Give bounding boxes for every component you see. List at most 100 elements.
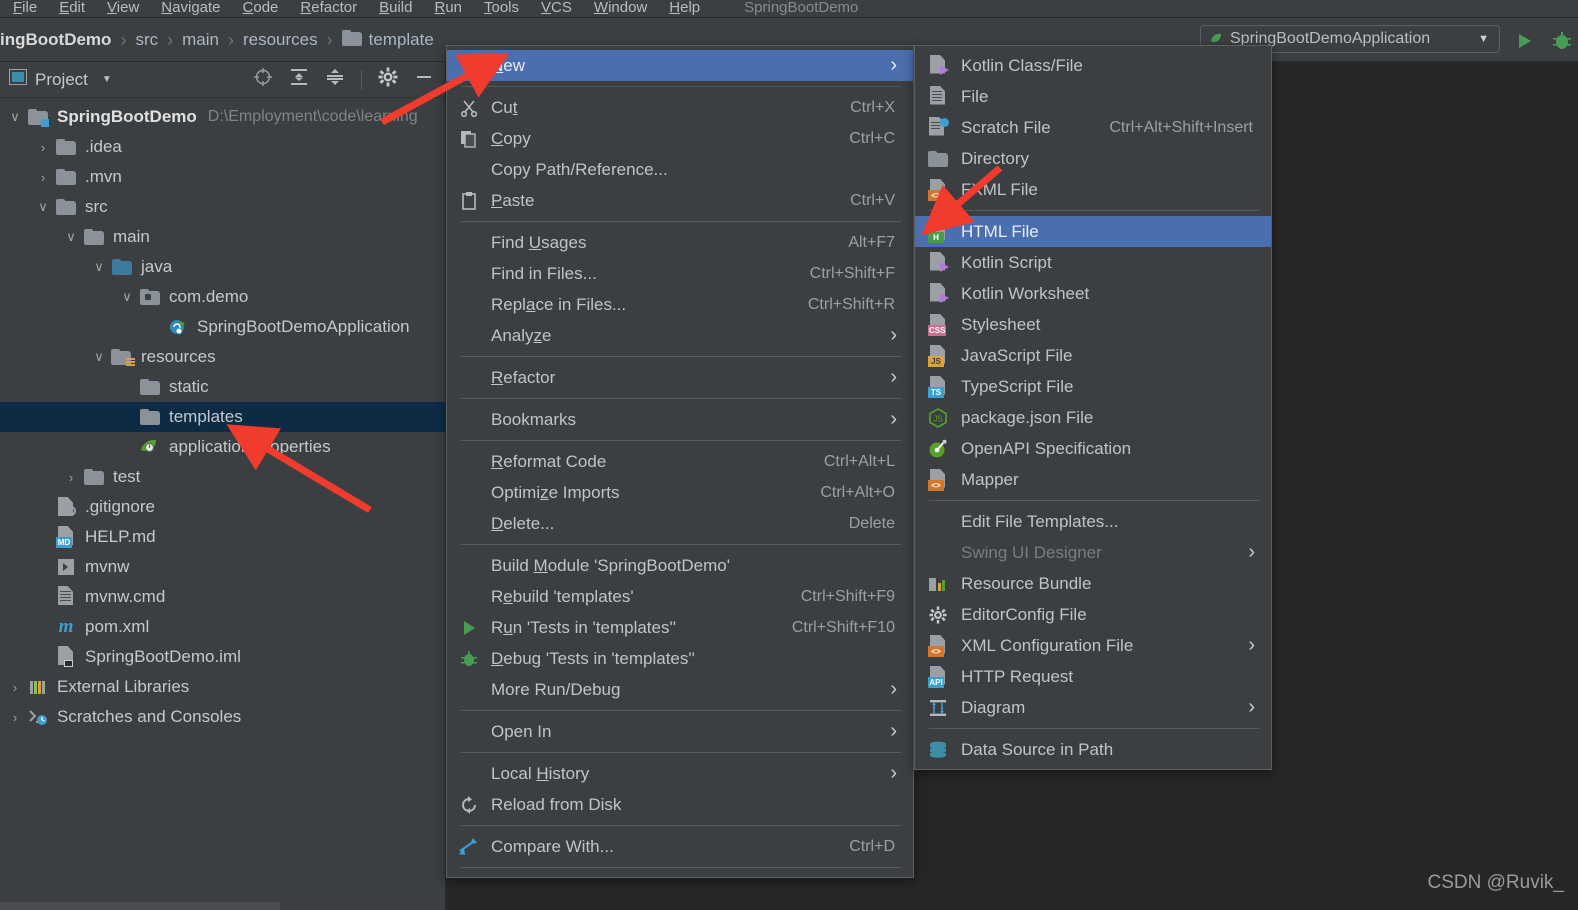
ctx-analyze[interactable]: Analyze › — [447, 320, 913, 351]
ctx-copy-path-reference[interactable]: Copy Path/Reference... — [447, 154, 913, 185]
tree-node-springbootdemoapplication[interactable]: SpringBootDemoApplication — [0, 312, 446, 342]
ctx-run-tests-in-templates[interactable]: Run 'Tests in 'templates'' Ctrl+Shift+F10 — [447, 612, 913, 643]
breadcrumb[interactable]: ingBootDemo › src › main › resources › template — [0, 26, 434, 54]
breadcrumb-item-1[interactable]: src — [135, 30, 158, 50]
chevron-right-icon[interactable]: › — [32, 140, 54, 155]
tree-node-com.demo[interactable]: ∨ com.demo — [0, 282, 446, 312]
hide-icon[interactable] — [414, 67, 434, 92]
new-diagram[interactable]: Diagram › — [915, 692, 1271, 723]
chevron-right-icon[interactable]: › — [890, 762, 905, 785]
ctx-new[interactable]: New › — [447, 50, 913, 81]
ctx-copy[interactable]: Copy Ctrl+C — [447, 123, 913, 154]
tree-node-external-libraries[interactable]: › External Libraries — [0, 672, 446, 702]
chevron-right-icon[interactable]: › — [1248, 541, 1263, 564]
chevron-right-icon[interactable]: › — [890, 678, 905, 701]
ctx-cut[interactable]: Cut Ctrl+X — [447, 92, 913, 123]
new-mapper[interactable]: <> Mapper — [915, 464, 1271, 495]
tree-node-springbootdemo[interactable]: ∨ SpringBootDemo D:\Employment\code\learni… — [0, 102, 446, 132]
menu-help[interactable]: Help — [658, 0, 711, 17]
chevron-right-icon[interactable]: › — [4, 710, 26, 725]
expand-all-icon[interactable] — [289, 67, 309, 92]
tree-node-.gitignore[interactable]: .gitignore — [0, 492, 446, 522]
tree-node-static[interactable]: static — [0, 372, 446, 402]
ctx-build-module-springbootdemo[interactable]: Build Module 'SpringBootDemo' — [447, 550, 913, 581]
ctx-find-in-files[interactable]: Find in Files... Ctrl+Shift+F — [447, 258, 913, 289]
new-submenu[interactable]: Kotlin Class/File File Scratch File Ctrl+Al… — [914, 45, 1272, 770]
new-directory[interactable]: Directory — [915, 143, 1271, 174]
menu-refactor[interactable]: Refactor — [289, 0, 368, 17]
ctx-debug-tests-in-templates[interactable]: Debug 'Tests in 'templates'' — [447, 643, 913, 674]
menu-window[interactable]: Window — [583, 0, 658, 17]
tree-node-.idea[interactable]: › .idea — [0, 132, 446, 162]
tree-node-mvnw.cmd[interactable]: mvnw.cmd — [0, 582, 446, 612]
chevron-down-icon[interactable]: ∨ — [4, 109, 26, 125]
tree-node-src[interactable]: ∨ src — [0, 192, 446, 222]
chevron-right-icon[interactable]: › — [4, 680, 26, 695]
context-menu[interactable]: New › Cut Ctrl+X Copy Ctrl+C Copy Path/Referen… — [446, 45, 914, 878]
tree-node-springbootdemo.iml[interactable]: SpringBootDemo.iml — [0, 642, 446, 672]
new-data-source-in-path[interactable]: Data Source in Path — [915, 734, 1271, 765]
collapse-all-icon[interactable] — [325, 67, 345, 92]
chevron-down-icon[interactable]: ▼ — [1478, 33, 1489, 45]
chevron-right-icon[interactable]: › — [60, 470, 82, 485]
new-resource-bundle[interactable]: Resource Bundle — [915, 568, 1271, 599]
ctx-optimize-imports[interactable]: Optimize Imports Ctrl+Alt+O — [447, 477, 913, 508]
new-stylesheet[interactable]: CSS Stylesheet — [915, 309, 1271, 340]
chevron-down-icon[interactable]: ∨ — [88, 349, 110, 365]
tree-node-pom.xml[interactable]: m pom.xml — [0, 612, 446, 642]
ctx-compare-with[interactable]: Compare With... Ctrl+D — [447, 831, 913, 862]
menu-code[interactable]: Code — [232, 0, 290, 17]
new-package-json-file[interactable]: JS package.json File — [915, 402, 1271, 433]
ctx-delete[interactable]: Delete... Delete — [447, 508, 913, 539]
new-swing-ui-designer[interactable]: Swing UI Designer › — [915, 537, 1271, 568]
chevron-right-icon[interactable]: › — [890, 720, 905, 743]
tree-node-resources[interactable]: ∨ resources — [0, 342, 446, 372]
new-kotlin-class-file[interactable]: Kotlin Class/File — [915, 50, 1271, 81]
chevron-right-icon[interactable]: › — [890, 366, 905, 389]
locate-icon[interactable] — [253, 67, 273, 92]
project-tree[interactable]: ∨ SpringBootDemo D:\Employment\code\learni… — [0, 98, 446, 910]
tree-node-help.md[interactable]: MD HELP.md — [0, 522, 446, 552]
breadcrumb-item-3[interactable]: resources — [243, 30, 318, 50]
chevron-down-icon[interactable]: ∨ — [32, 199, 54, 215]
chevron-down-icon[interactable]: ∨ — [88, 259, 110, 275]
ctx-more-run-debug[interactable]: More Run/Debug › — [447, 674, 913, 705]
chevron-down-icon[interactable]: ∨ — [60, 229, 82, 245]
ctx-reformat-code[interactable]: Reformat Code Ctrl+Alt+L — [447, 446, 913, 477]
chevron-right-icon[interactable]: › — [890, 54, 905, 77]
chevron-right-icon[interactable]: › — [1248, 696, 1263, 719]
ctx-reload-from-disk[interactable]: Reload from Disk — [447, 789, 913, 820]
chevron-right-icon[interactable]: › — [890, 324, 905, 347]
gear-icon[interactable] — [378, 67, 398, 92]
tree-node-scratches-and-consoles[interactable]: › Scratches and Consoles — [0, 702, 446, 732]
menu-view[interactable]: View — [96, 0, 150, 17]
ctx-find-usages[interactable]: Find Usages Alt+F7 — [447, 227, 913, 258]
new-javascript-file[interactable]: JS JavaScript File — [915, 340, 1271, 371]
new-html-file[interactable]: H HTML File — [915, 216, 1271, 247]
tree-node-application.properties[interactable]: application.properties — [0, 432, 446, 462]
ctx-refactor[interactable]: Refactor › — [447, 362, 913, 393]
ctx-bookmarks[interactable]: Bookmarks › — [447, 404, 913, 435]
breadcrumb-item-0[interactable]: ingBootDemo — [0, 30, 111, 50]
run-button[interactable] — [1514, 31, 1534, 56]
new-scratch-file[interactable]: Scratch File Ctrl+Alt+Shift+Insert — [915, 112, 1271, 143]
tree-node-java[interactable]: ∨ java — [0, 252, 446, 282]
tree-node-main[interactable]: ∨ main — [0, 222, 446, 252]
chevron-right-icon[interactable]: › — [1248, 634, 1263, 657]
breadcrumb-item-4[interactable]: template — [369, 30, 434, 50]
menu-tools[interactable]: Tools — [473, 0, 530, 17]
chevron-right-icon[interactable]: › — [890, 408, 905, 431]
new-editorconfig-file[interactable]: EditorConfig File — [915, 599, 1271, 630]
menu-bar[interactable]: File Edit View Navigate Code Refactor Build Run… — [0, 0, 1578, 18]
menu-edit[interactable]: Edit — [48, 0, 96, 17]
horizontal-scrollbar[interactable] — [0, 902, 280, 910]
breadcrumb-item-2[interactable]: main — [182, 30, 219, 50]
menu-run[interactable]: Run — [423, 0, 473, 17]
ctx-local-history[interactable]: Local History › — [447, 758, 913, 789]
chevron-down-icon[interactable]: ▼ — [102, 74, 112, 85]
new-typescript-file[interactable]: TS TypeScript File — [915, 371, 1271, 402]
ctx-paste[interactable]: Paste Ctrl+V — [447, 185, 913, 216]
new-file[interactable]: File — [915, 81, 1271, 112]
ctx-replace-in-files[interactable]: Replace in Files... Ctrl+Shift+R — [447, 289, 913, 320]
debug-button[interactable] — [1552, 30, 1572, 57]
